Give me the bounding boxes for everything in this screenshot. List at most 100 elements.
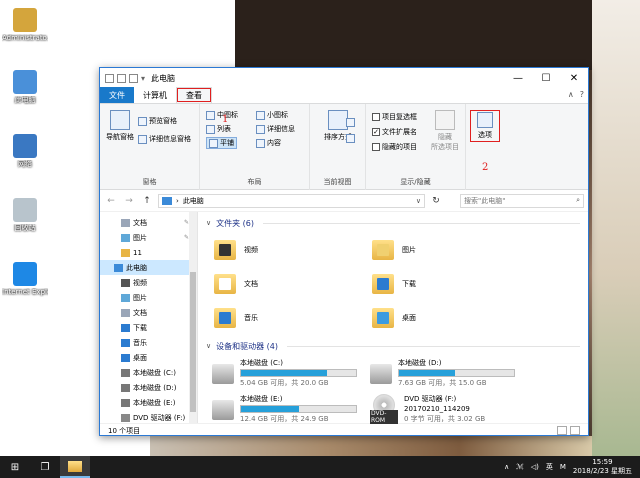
desktop-app-icon xyxy=(13,262,37,286)
help-icon[interactable]: ? xyxy=(580,90,584,99)
back-button[interactable]: ← xyxy=(104,196,118,206)
address-bar[interactable]: › 此电脑 ∨ xyxy=(158,193,425,208)
address-dropdown-icon[interactable]: ∨ xyxy=(416,197,421,205)
details-view-icon[interactable] xyxy=(557,426,567,435)
qat-dropdown-icon[interactable]: ▾ xyxy=(141,74,145,83)
folder-overlay-icon xyxy=(219,312,231,324)
folder-tile[interactable]: 图片 xyxy=(372,235,530,265)
nav-scrollbar[interactable] xyxy=(189,212,197,423)
ime-indicator[interactable]: M xyxy=(560,463,566,471)
desktop-icon[interactable]: Administrato... xyxy=(2,8,48,43)
tab-file[interactable]: 文件 xyxy=(100,87,134,103)
check-icon[interactable] xyxy=(117,73,126,83)
nav-item[interactable]: 图片 xyxy=(100,290,197,305)
nav-item[interactable]: 下载 xyxy=(100,320,197,335)
collapse-chevron-icon[interactable]: ∨ xyxy=(206,342,211,350)
task-view-button[interactable]: ❐ xyxy=(30,456,60,478)
nav-item-label: DVD 驱动器 (F:) xyxy=(133,413,186,422)
volume-icon[interactable]: ◁) xyxy=(531,463,539,471)
tab-computer[interactable]: 计算机 xyxy=(134,87,176,103)
folders-section-header[interactable]: ∨ 文件夹 (6) xyxy=(206,216,580,230)
folder-tile[interactable]: 文档 xyxy=(214,269,372,299)
desktop-icon[interactable]: Internet Explorer xyxy=(2,262,48,297)
close-button[interactable]: ✕ xyxy=(560,68,588,88)
maximize-button[interactable]: ☐ xyxy=(532,68,560,88)
nav-item[interactable]: 文档 xyxy=(100,305,197,320)
current-view-group-label: 当前视图 xyxy=(323,178,352,186)
item-checkboxes-toggle[interactable]: 项目复选框 xyxy=(372,112,417,122)
folder-tile[interactable]: 视频 xyxy=(214,235,372,265)
content-option[interactable]: 内容 xyxy=(256,138,281,148)
nav-item[interactable]: DVD 驱动器 (F:) xyxy=(100,410,197,423)
item-checkboxes-checkbox[interactable] xyxy=(372,113,380,121)
nav-item[interactable]: 此电脑 xyxy=(100,260,197,275)
nav-list: 文档 ✎ 图片 ✎ 11 此电脑 视频 图片 文档 下载 音乐 桌面 本地磁盘 (C:) 本地磁盘 (D:… xyxy=(100,215,197,423)
up-button[interactable]: ↑ xyxy=(140,196,154,206)
hide-selected-button[interactable]: 隐藏 所选项目 xyxy=(428,110,462,152)
file-extensions-toggle[interactable]: ✓ 文件扩展名 xyxy=(372,127,417,137)
minimize-button[interactable]: — xyxy=(504,68,532,88)
list-option[interactable]: 列表 xyxy=(206,124,231,134)
title-bar[interactable]: ▾ 此电脑 — ☐ ✕ xyxy=(100,68,588,88)
new-folder-icon[interactable] xyxy=(129,73,138,83)
drive-tile[interactable]: 本地磁盘 (D:) 7.63 GB 可用，共 15.0 GB xyxy=(370,358,528,388)
nav-item-label: 图片 xyxy=(133,233,147,242)
drive-tile[interactable]: 本地磁盘 (C:) 5.04 GB 可用，共 20.0 GB xyxy=(212,358,370,388)
tray-expand-icon[interactable]: ∧ xyxy=(504,463,509,471)
nav-item[interactable]: 视频 xyxy=(100,275,197,290)
folder-tile[interactable]: 桌面 xyxy=(372,303,530,333)
nav-item[interactable]: 文档 ✎ xyxy=(100,215,197,230)
hidden-items-toggle[interactable]: 隐藏的项目 xyxy=(372,142,417,152)
options-button[interactable]: 选项 xyxy=(470,110,500,142)
small-icons-option[interactable]: 小图标 xyxy=(256,110,288,120)
nav-pane-button[interactable]: 导航窗格 xyxy=(104,110,136,142)
nav-item[interactable]: 本地磁盘 (E:) xyxy=(100,395,197,410)
address-path[interactable]: 此电脑 xyxy=(183,196,204,206)
language-indicator[interactable]: 英 xyxy=(546,462,553,472)
nav-item[interactable]: 本地磁盘 (D:) xyxy=(100,380,197,395)
nav-item-label: 本地磁盘 (D:) xyxy=(133,383,177,392)
clock[interactable]: 15:59 2018/2/23 星期五 xyxy=(573,458,632,476)
start-button[interactable]: ⊞ xyxy=(0,456,30,478)
collapse-chevron-icon[interactable]: ∨ xyxy=(206,219,211,227)
properties-icon[interactable] xyxy=(105,73,114,83)
search-input[interactable]: 搜索"此电脑" ⌕ xyxy=(460,193,584,208)
nav-scroll-thumb[interactable] xyxy=(190,272,196,412)
refresh-button[interactable]: ↻ xyxy=(429,196,443,206)
details-label: 详细信息 xyxy=(267,125,295,133)
desktop-icon[interactable]: 回收站 xyxy=(2,198,48,233)
drive-tile[interactable]: DVD-ROM DVD 驱动器 (F:) 20170210_114209 0 字节 可… xyxy=(370,394,528,424)
nav-item[interactable]: 11 xyxy=(100,245,197,260)
folder-tile[interactable]: 下载 xyxy=(372,269,530,299)
details-option[interactable]: 详细信息 xyxy=(256,124,295,134)
forward-button[interactable]: → xyxy=(122,196,136,206)
desktop-icon[interactable]: 此电脑 xyxy=(2,70,48,105)
add-columns-button[interactable] xyxy=(346,134,355,143)
nav-item[interactable]: 音乐 xyxy=(100,335,197,350)
small-icons-label: 小图标 xyxy=(267,111,288,119)
network-icon[interactable]: ℳ xyxy=(516,463,524,471)
tiles-option[interactable]: 平铺 xyxy=(206,137,237,149)
hidden-items-label: 隐藏的项目 xyxy=(382,143,417,151)
drives-section-header[interactable]: ∨ 设备和驱动器 (4) xyxy=(206,339,580,353)
preview-pane-button[interactable]: 预览窗格 xyxy=(138,116,177,126)
details-pane-button[interactable]: 详细信息窗格 xyxy=(138,134,191,144)
group-by-button[interactable] xyxy=(346,118,355,127)
medium-icons-icon xyxy=(206,110,215,120)
hidden-items-checkbox[interactable] xyxy=(372,143,380,151)
file-extensions-checkbox[interactable]: ✓ xyxy=(372,128,380,136)
desktop-icon-label: 此电脑 xyxy=(14,96,36,104)
nav-item[interactable]: 桌面 xyxy=(100,350,197,365)
file-extensions-label: 文件扩展名 xyxy=(382,128,417,136)
folder-tile[interactable]: 音乐 xyxy=(214,303,372,333)
desktop-icon[interactable]: 网络 xyxy=(2,134,48,169)
options-label: 选项 xyxy=(478,131,492,139)
large-icons-view-icon[interactable] xyxy=(570,426,580,435)
file-explorer-taskbar-icon[interactable] xyxy=(60,456,90,478)
nav-item[interactable]: 本地磁盘 (C:) xyxy=(100,365,197,380)
drive-space: 12.4 GB 可用，共 24.9 GB xyxy=(240,415,329,423)
collapse-ribbon-icon[interactable]: ∧ xyxy=(568,90,574,99)
tab-view[interactable]: 查看 xyxy=(176,87,212,103)
nav-item[interactable]: 图片 ✎ xyxy=(100,230,197,245)
drive-tile[interactable]: 本地磁盘 (E:) 12.4 GB 可用，共 24.9 GB xyxy=(212,394,370,424)
